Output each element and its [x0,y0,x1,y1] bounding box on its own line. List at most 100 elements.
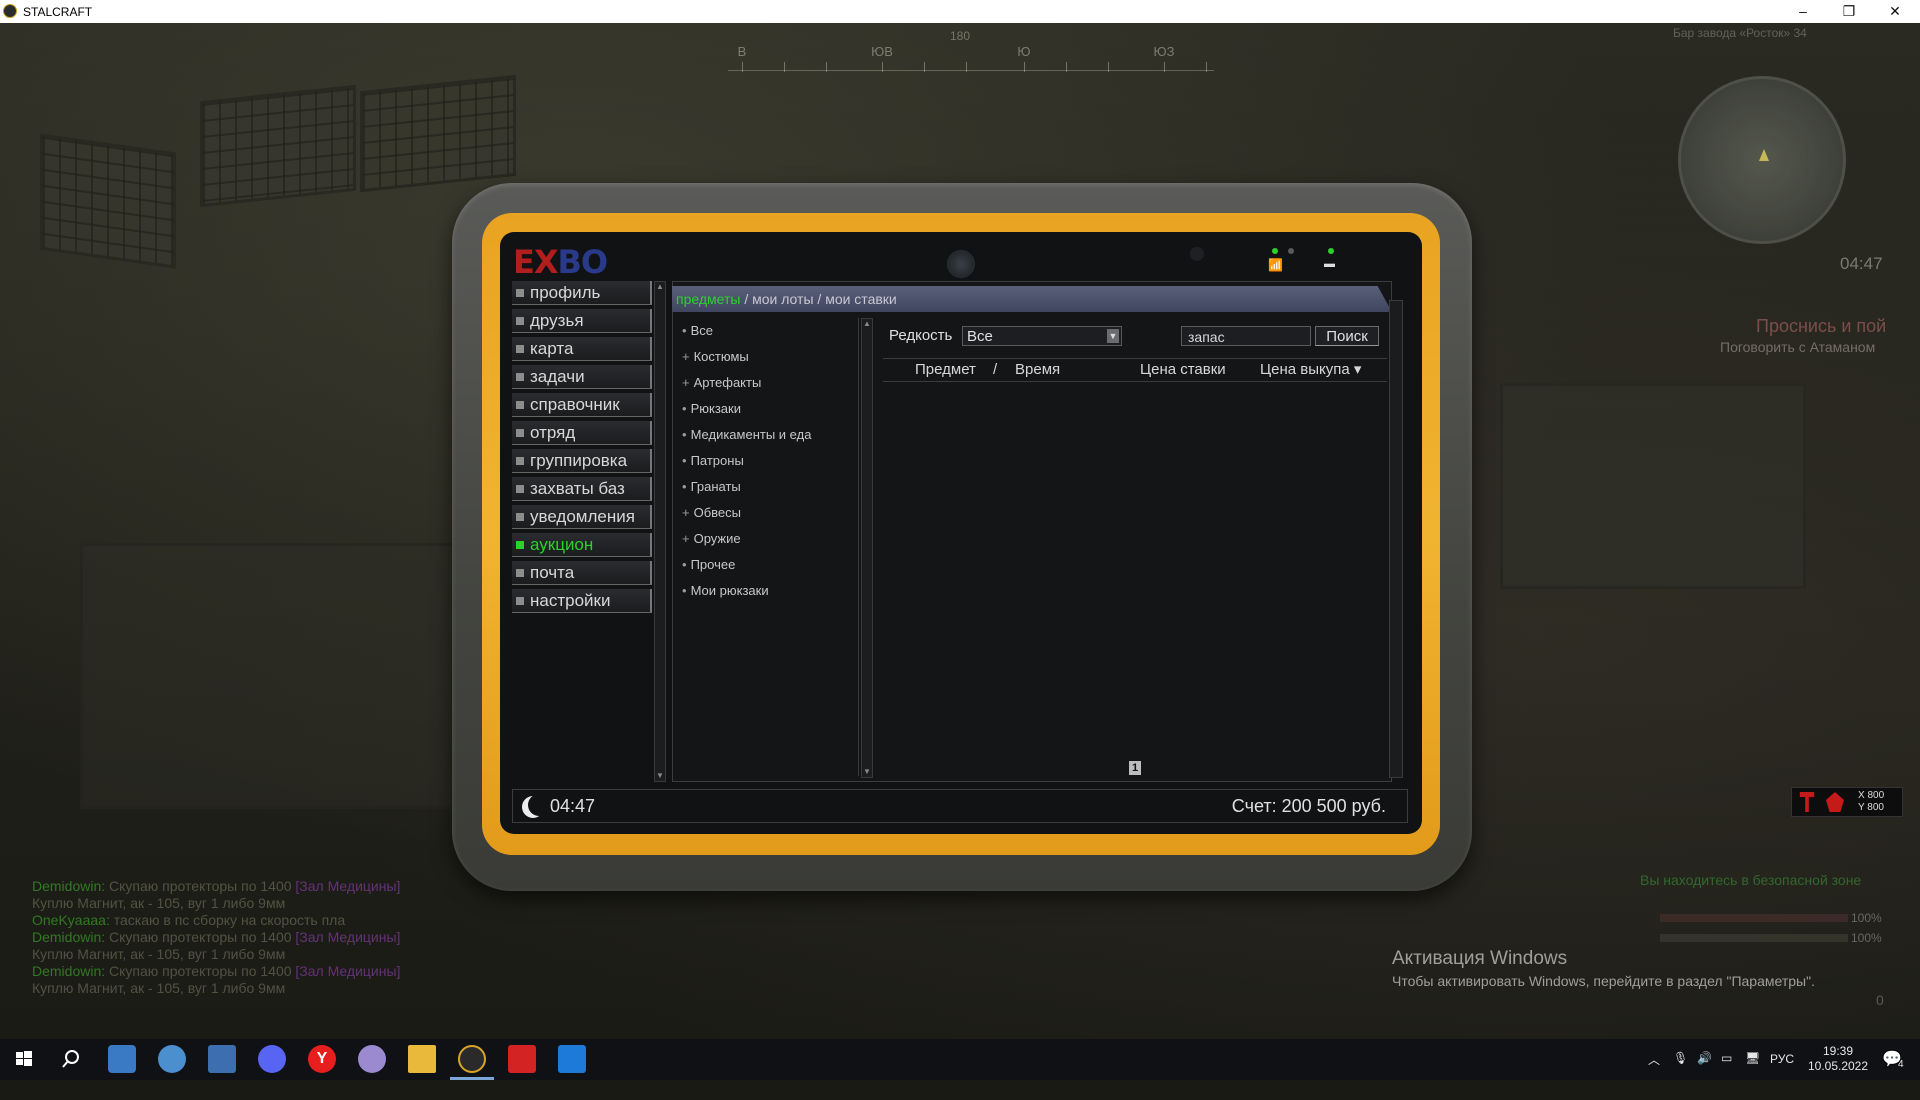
tab-my-bids[interactable]: мои ставки [825,291,897,307]
menu-item-base-captures[interactable]: захваты баз [512,477,652,501]
compass: В ЮВ 180 Ю ЮЗ [728,24,1214,80]
menu-item-tasks[interactable]: задачи [512,365,652,389]
language-indicator[interactable]: РУС [1770,1052,1794,1093]
pda-menu: профиль друзья карта задачи справочник о… [512,281,652,617]
search-button[interactable]: Поиск [1315,326,1379,346]
category-item[interactable]: • Медикаменты и еда [672,422,858,448]
window-title: STALCRAFT [23,5,93,19]
moon-icon [528,794,550,816]
category-item[interactable]: + Артефакты [672,370,858,396]
dropdown-arrow-icon[interactable]: ▼ [1107,329,1119,343]
category-item[interactable]: • Рюкзаки [672,396,858,422]
background-wall [1500,383,1806,589]
discord-icon[interactable] [258,1045,286,1073]
stamina-bar [1660,934,1848,942]
category-item[interactable]: + Обвесы [672,500,858,526]
coordinates-panel: X 800 Y 800 [1791,787,1903,817]
chat-line: Demidowin: Скупаю протекторы по 1400 [За… [32,963,401,979]
category-item[interactable]: + Костюмы [672,344,858,370]
page-number[interactable]: 1 [1129,761,1141,775]
column-bid-price[interactable]: Цена ставки [1140,359,1226,381]
menu-item-map[interactable]: карта [512,337,652,361]
category-item[interactable]: • Патроны [672,448,858,474]
category-scrollbar[interactable]: ▲ ▼ [861,318,873,778]
coord-x: X 800 [1858,790,1885,801]
rarity-select[interactable]: Все ▼ [962,326,1122,346]
app-icon[interactable] [508,1045,536,1073]
stamina-percent: 100% [1851,931,1882,945]
compass-degree: 180 [949,29,971,43]
menu-item-faction[interactable]: группировка [512,449,652,473]
menu-item-profile[interactable]: профиль [512,281,652,305]
scroll-up-icon[interactable]: ▲ [656,283,664,291]
tab-separator: / [740,291,753,307]
category-item[interactable]: • Мои рюкзаки [672,578,858,604]
minimap [1678,76,1846,244]
lot-list [883,381,1387,761]
background-wall [80,543,466,809]
compass-label: Ю [1017,44,1031,59]
menu-item-auction[interactable]: аукцион [512,533,652,557]
chat-line: Куплю Магнит, ак - 105, вуг 1 либо 9мм [32,895,286,911]
app-icon[interactable] [558,1045,586,1073]
menu-item-notifications[interactable]: уведомления [512,505,652,529]
chat-line: Куплю Магнит, ак - 105, вуг 1 либо 9мм [32,980,286,996]
category-item[interactable]: • Все [672,318,858,344]
chat-line: OneKyaaaa: таскаю в пс сборку на скорост… [32,912,346,928]
volume-icon[interactable]: 🔊 [1697,1051,1712,1092]
scroll-down-icon[interactable]: ▼ [656,772,664,780]
taskbar: Y ︿ 🎙 🔊 ▭ 🖥 РУС 19:39 10.05.2022 💬 4 [0,1039,1920,1080]
app-icon[interactable] [158,1045,186,1073]
hud-time: 04:47 [1840,254,1883,273]
stalcraft-app-icon [3,4,17,18]
background-window [40,133,176,269]
scroll-down-icon[interactable]: ▼ [863,768,871,776]
app-icon[interactable] [358,1045,386,1073]
rarity-label: Редкость [889,327,953,344]
start-windows-icon[interactable] [10,1045,38,1073]
file-explorer-icon[interactable] [408,1045,436,1073]
network-icon[interactable]: 🖥 [1745,1051,1760,1092]
auction-tabs: предметы / мои лоты / мои ставки [672,286,1392,312]
tab-my-lots[interactable]: мои лоты [752,291,813,307]
category-item[interactable]: • Гранаты [672,474,858,500]
stalcraft-taskbar-icon[interactable] [458,1045,486,1073]
menu-item-squad[interactable]: отряд [512,421,652,445]
category-item[interactable]: + Оружие [672,526,858,552]
scroll-up-icon[interactable]: ▲ [863,320,871,328]
app-icon[interactable] [108,1045,136,1073]
lot-table-header: Предмет / Время Цена ставки Цена выкупа … [883,358,1387,382]
chat-line: Demidowin: Скупаю протекторы по 1400 [За… [32,929,401,945]
tab-items[interactable]: предметы [676,291,740,307]
chevron-up-icon[interactable]: ︿ [1648,1051,1660,1092]
lot-scrollbar[interactable] [1389,300,1403,778]
yandex-browser-icon[interactable]: Y [308,1045,336,1073]
calculator-icon[interactable] [208,1045,236,1073]
menu-item-mail[interactable]: почта [512,561,652,585]
camera-icon [947,250,975,278]
minimize-button[interactable]: – [1780,0,1826,23]
column-buyout-price[interactable]: Цена выкупа ▾ [1260,359,1361,381]
compass-label: ЮЗ [1153,44,1175,59]
menu-item-settings[interactable]: настройки [512,589,652,613]
menu-item-friends[interactable]: друзья [512,309,652,333]
column-item[interactable]: Предмет [915,359,976,381]
clock[interactable]: 19:39 10.05.2022 [1806,1044,1870,1074]
search-input[interactable]: запас [1181,326,1311,346]
quest-subtitle: Поговорить с Атаманом [1720,339,1876,355]
microphone-icon[interactable]: 🎙 [1673,1051,1688,1092]
restore-button[interactable]: ❐ [1826,0,1872,23]
category-item[interactable]: • Прочее [672,552,858,578]
health-bar [1660,914,1848,922]
exbo-logo: EXBO [513,243,608,281]
battery-icon[interactable]: ▭ [1721,1051,1732,1092]
status-icons: 📶 ▬ [1268,248,1344,276]
column-time[interactable]: Время [1015,359,1060,381]
background-window [360,74,516,193]
chat-line: Куплю Магнит, ак - 105, вуг 1 либо 9мм [32,946,286,962]
menu-scrollbar[interactable]: ▲ ▼ [654,281,666,782]
quest-title: Проснись и пой [1756,316,1887,336]
menu-item-reference[interactable]: справочник [512,393,652,417]
close-button[interactable]: ✕ [1872,0,1918,23]
search-icon[interactable] [58,1045,86,1073]
